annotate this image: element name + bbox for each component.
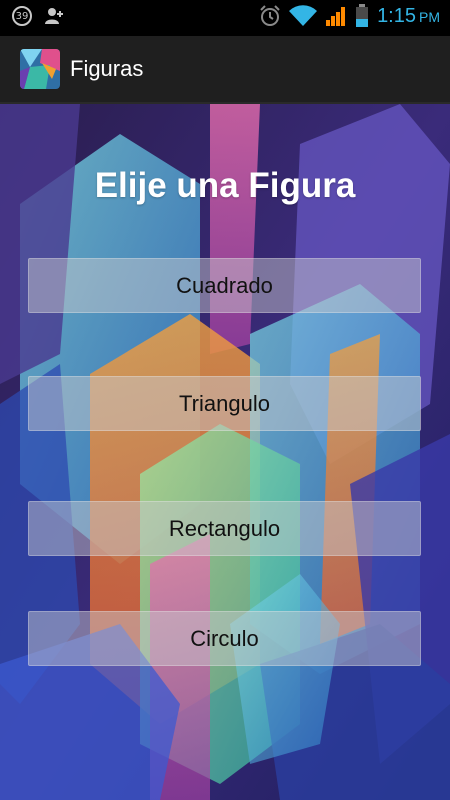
action-bar: Figuras bbox=[0, 36, 450, 104]
main-content: Elije una Figura Cuadrado Triangulo Rect… bbox=[0, 104, 450, 800]
clock-time: 1:15 bbox=[377, 4, 416, 27]
signal-icon bbox=[326, 7, 346, 26]
add-contact-icon bbox=[45, 8, 63, 24]
wifi-icon bbox=[289, 5, 318, 27]
wallpaper-background bbox=[0, 104, 450, 800]
rectangulo-button[interactable]: Rectangulo bbox=[28, 501, 421, 556]
clock: 1:15 PM bbox=[377, 5, 440, 28]
notification-count-icon: 39 bbox=[12, 6, 32, 26]
circulo-button[interactable]: Circulo bbox=[28, 611, 421, 666]
cuadrado-button[interactable]: Cuadrado bbox=[28, 258, 421, 313]
notification-area: 39 bbox=[12, 6, 64, 26]
system-indicators: 1:15 PM bbox=[259, 4, 440, 28]
status-bar: 39 1:15 PM bbox=[0, 0, 450, 36]
app-title: Figuras bbox=[70, 56, 144, 81]
clock-ampm: PM bbox=[419, 8, 440, 25]
triangulo-button[interactable]: Triangulo bbox=[28, 376, 421, 431]
battery-icon bbox=[356, 4, 369, 27]
app-icon[interactable] bbox=[20, 49, 60, 89]
page-heading: Elije una Figura bbox=[94, 166, 356, 205]
alarm-icon bbox=[260, 5, 280, 26]
